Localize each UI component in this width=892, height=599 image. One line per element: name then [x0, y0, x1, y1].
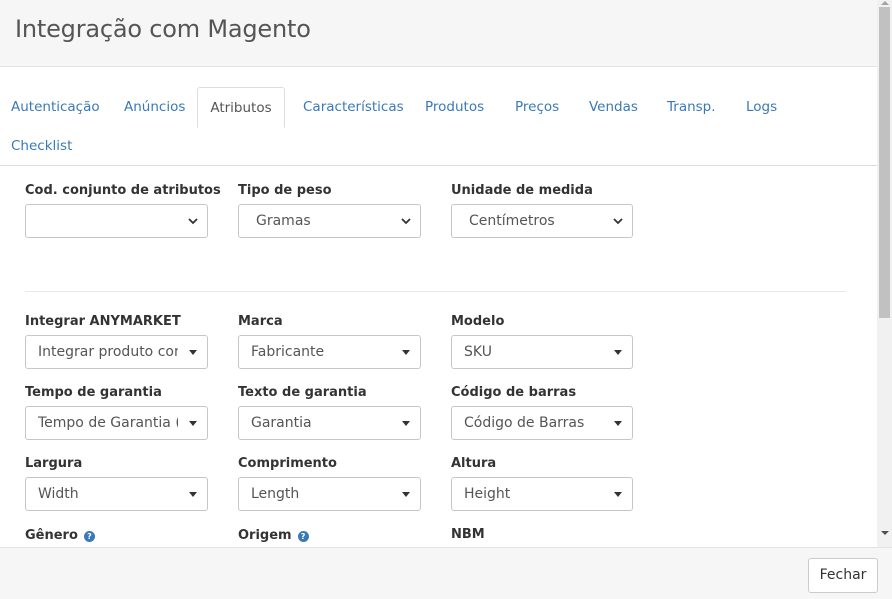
tab-transp[interactable]: Transp.	[667, 87, 716, 127]
integrar-anymarket-select[interactable]: Integrar produto com	[25, 335, 208, 369]
scroll-up-arrow-icon[interactable]	[881, 1, 889, 5]
caret-down-icon	[189, 350, 197, 355]
integrar-anymarket-value: Integrar produto com	[38, 344, 178, 360]
caret-down-icon	[189, 421, 197, 426]
comprimento-label: Comprimento	[238, 456, 337, 471]
unidade-medida-label: Unidade de medida	[451, 183, 593, 198]
genero-label-wrap: Gênero?	[25, 528, 95, 543]
largura-select[interactable]: Width	[25, 477, 208, 511]
comprimento-value: Length	[251, 486, 300, 502]
tab-produtos[interactable]: Produtos	[425, 87, 484, 127]
help-icon[interactable]: ?	[83, 531, 95, 542]
codigo-barras-label: Código de barras	[451, 385, 577, 400]
marca-label: Marca	[238, 314, 283, 329]
tipo-peso-value: Gramas	[256, 213, 311, 229]
modelo-value: SKU	[464, 344, 492, 360]
marca-value: Fabricante	[251, 344, 325, 360]
caret-down-icon	[189, 492, 197, 497]
caret-down-icon	[614, 421, 622, 426]
modal-title: Integração com Magento	[15, 15, 311, 43]
integrar-anymarket-label: Integrar ANYMARKET	[25, 314, 181, 329]
vertical-scrollbar[interactable]	[877, 0, 892, 547]
chevron-down-icon	[188, 218, 198, 225]
tempo-garantia-label: Tempo de garantia	[25, 385, 162, 400]
largura-label: Largura	[25, 456, 83, 471]
attributes-form: Cod. conjunto de atributos Tipo de peso …	[0, 166, 877, 547]
codigo-barras-value: Código de Barras	[464, 415, 585, 431]
caret-down-icon	[402, 421, 410, 426]
modelo-select[interactable]: SKU	[451, 335, 633, 369]
origem-label: Origem	[238, 528, 292, 543]
help-icon[interactable]: ?	[297, 531, 309, 542]
tab-caracteristicas[interactable]: Características	[303, 87, 404, 127]
tab-vendas[interactable]: Vendas	[589, 87, 638, 127]
cod-conjunto-label: Cod. conjunto de atributos	[25, 183, 221, 198]
tab-autenticacao[interactable]: Autenticação	[11, 87, 100, 127]
scrollbar-thumb[interactable]	[879, 7, 890, 318]
caret-down-icon	[402, 350, 410, 355]
modelo-label: Modelo	[451, 314, 505, 329]
largura-value: Width	[38, 486, 79, 502]
close-button[interactable]: Fechar	[808, 558, 878, 593]
texto-garantia-select[interactable]: Garantia	[238, 406, 421, 440]
tab-checklist[interactable]: Checklist	[11, 126, 72, 166]
caret-down-icon	[614, 350, 622, 355]
chevron-down-icon	[613, 218, 623, 225]
nbm-label: NBM	[451, 527, 485, 542]
chevron-down-icon	[401, 218, 411, 225]
caret-down-icon	[402, 492, 410, 497]
unidade-medida-select[interactable]: Centímetros	[451, 204, 633, 238]
modal-footer: Fechar	[0, 547, 892, 599]
unidade-medida-value: Centímetros	[469, 213, 555, 229]
tipo-peso-select[interactable]: Gramas	[238, 204, 421, 238]
tempo-garantia-value: Tempo de Garantia (Se	[38, 415, 178, 431]
tab-bar: Autenticação Anúncios Atributos Caracter…	[0, 67, 877, 166]
tempo-garantia-select[interactable]: Tempo de Garantia (Se	[25, 406, 208, 440]
comprimento-select[interactable]: Length	[238, 477, 421, 511]
tab-anuncios[interactable]: Anúncios	[124, 87, 185, 127]
altura-select[interactable]: Height	[451, 477, 633, 511]
codigo-barras-select[interactable]: Código de Barras	[451, 406, 633, 440]
tipo-peso-label: Tipo de peso	[238, 183, 332, 198]
texto-garantia-value: Garantia	[251, 415, 312, 431]
altura-value: Height	[464, 486, 511, 502]
genero-label: Gênero	[25, 528, 78, 543]
caret-down-icon	[614, 492, 622, 497]
scroll-down-arrow-icon[interactable]	[881, 531, 889, 535]
origem-label-wrap: Origem?	[238, 528, 309, 543]
tab-logs[interactable]: Logs	[746, 87, 777, 127]
modal-header: Integração com Magento	[0, 0, 877, 67]
texto-garantia-label: Texto de garantia	[238, 385, 367, 400]
tab-atributos[interactable]: Atributos	[197, 87, 285, 128]
tab-precos[interactable]: Preços	[515, 87, 559, 127]
section-divider	[25, 291, 846, 292]
marca-select[interactable]: Fabricante	[238, 335, 421, 369]
cod-conjunto-select[interactable]	[25, 204, 208, 238]
altura-label: Altura	[451, 456, 497, 471]
